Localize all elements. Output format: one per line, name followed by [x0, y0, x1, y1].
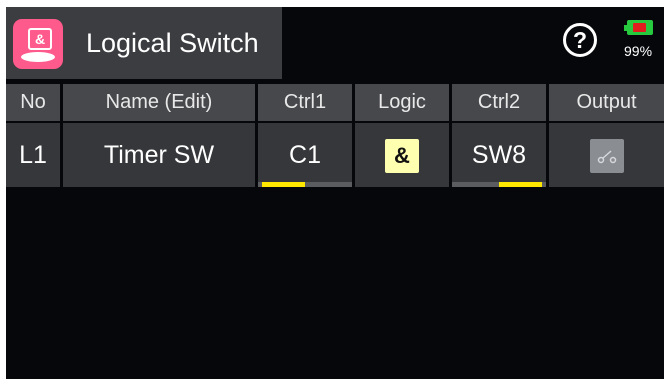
- ctrl2-value: SW8: [471, 141, 527, 169]
- logic-and-button[interactable]: &: [385, 139, 419, 174]
- column-header-ctrl1: Ctrl1: [258, 84, 352, 121]
- battery-icon: [627, 20, 653, 35]
- switch-name-field[interactable]: Timer SW: [63, 123, 255, 187]
- output-cell: [549, 123, 664, 187]
- table-row: L1 Timer SW C1 & SW8: [6, 123, 664, 187]
- screen: & Logical Switch ? 99% No Name (Edit) Ct…: [6, 7, 664, 379]
- output-indicator: [589, 139, 624, 174]
- ampersand-glyph: &: [28, 28, 52, 50]
- ctrl1-selector[interactable]: C1: [258, 123, 352, 187]
- switch-off-icon: [597, 150, 616, 164]
- column-header-ctrl2: Ctrl2: [452, 84, 546, 121]
- page-title: Logical Switch: [86, 28, 259, 58]
- logic-cell: &: [355, 123, 449, 187]
- column-header-logic: Logic: [355, 84, 449, 121]
- ctrl1-position-fill: [262, 182, 306, 187]
- column-header-no: No: [6, 84, 60, 121]
- logical-switch-icon[interactable]: &: [13, 19, 63, 69]
- table-header: No Name (Edit) Ctrl1 Logic Ctrl2 Output: [6, 84, 664, 121]
- ctrl1-value: C1: [289, 141, 321, 169]
- ctrl2-position-bar: [452, 182, 546, 187]
- charging-plug-icon: [633, 23, 646, 32]
- ctrl1-position-bar: [258, 182, 352, 187]
- ctrl2-selector[interactable]: SW8: [452, 123, 546, 187]
- ctrl2-position-fill: [498, 182, 542, 187]
- row-number: L1: [6, 123, 60, 187]
- column-header-output: Output: [549, 84, 664, 121]
- help-icon[interactable]: ?: [563, 23, 597, 57]
- battery-percent: 99%: [624, 43, 653, 59]
- title-bar: & Logical Switch: [6, 7, 282, 79]
- column-header-name: Name (Edit): [63, 84, 255, 121]
